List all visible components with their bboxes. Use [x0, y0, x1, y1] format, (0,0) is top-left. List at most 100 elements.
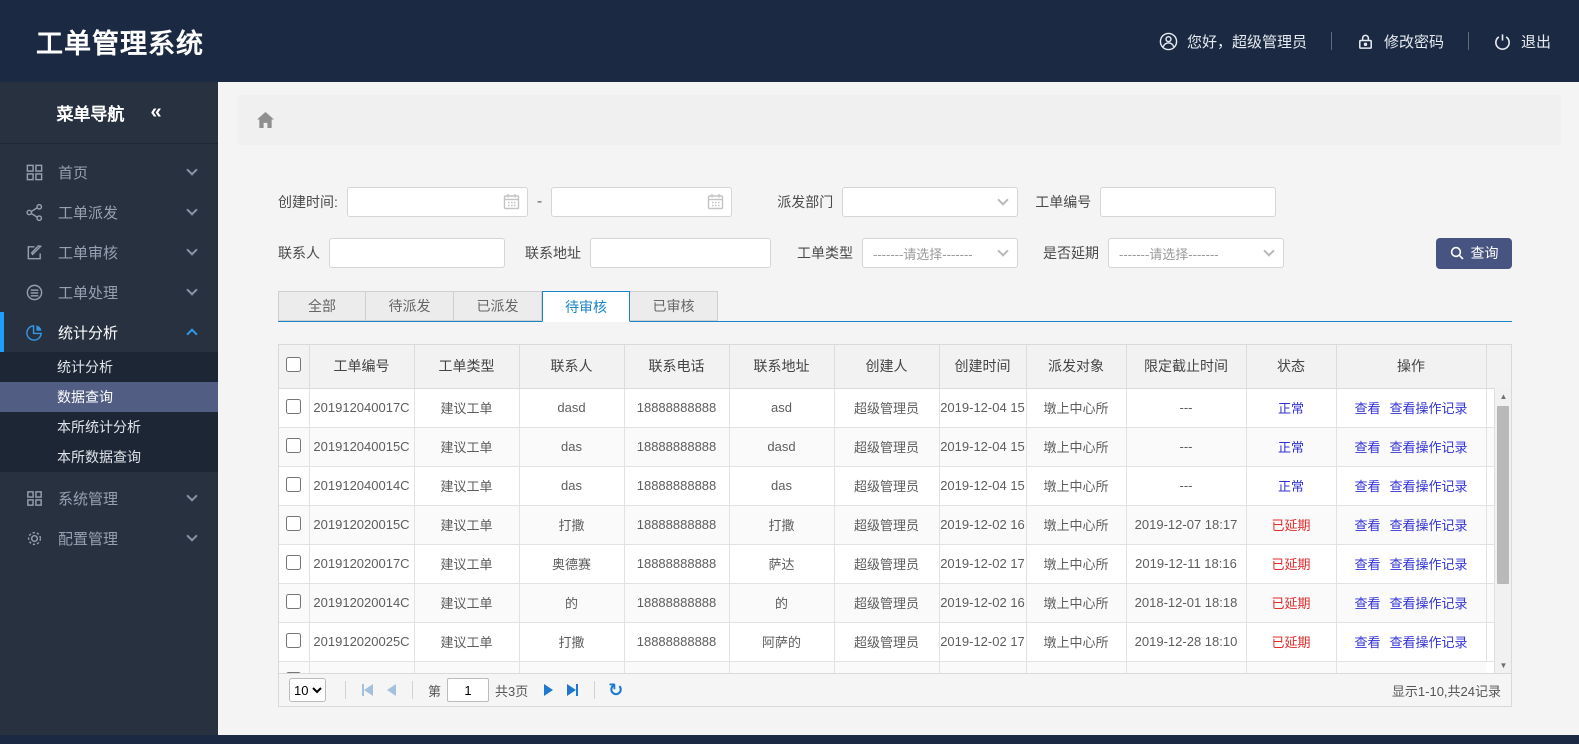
- row-checkbox[interactable]: [286, 593, 302, 609]
- cell-deadline: 2019-12-11 18:16: [1125, 543, 1247, 584]
- view-log-link[interactable]: 查看操作记录: [1390, 518, 1468, 533]
- row-checkbox[interactable]: [286, 671, 302, 673]
- order-no-input[interactable]: [1100, 187, 1277, 217]
- sidebar-item-label: 工单处理: [58, 284, 119, 302]
- submenu-item-statistics[interactable]: 统计分析: [0, 352, 218, 382]
- select-all-checkbox[interactable]: [286, 357, 302, 373]
- address-input[interactable]: [590, 238, 771, 268]
- content-area: 创建时间: - 派发部门 工单编号 联系人 联系地址 工单类型 -------请…: [278, 187, 1512, 707]
- page-size-select[interactable]: 10: [289, 678, 326, 702]
- scroll-up-icon[interactable]: ▲: [1495, 388, 1511, 404]
- sidebar: 菜单导航 « 首页 工单派发 工单审核 工单处理 统计分析 统计分析 数据查询 …: [0, 82, 218, 735]
- view-link[interactable]: 查看: [1354, 557, 1380, 572]
- view-link[interactable]: 查看: [1354, 479, 1380, 494]
- view-log-link[interactable]: 查看操作记录: [1390, 557, 1468, 572]
- view-log-link[interactable]: 查看操作记录: [1390, 596, 1468, 611]
- actions-cell: 查看 查看操作记录: [1335, 465, 1487, 506]
- view-log-link[interactable]: 查看操作记录: [1390, 479, 1468, 494]
- logout-link[interactable]: 退出: [1493, 31, 1551, 52]
- cell-order_no: 201912020017C: [308, 543, 415, 584]
- table-row: 201912040014C 建议工单 das 18888888888 das 超级管理员 2…: [279, 465, 1511, 506]
- row-checkbox[interactable]: [286, 437, 302, 453]
- row-checkbox[interactable]: [286, 515, 302, 531]
- tab-4[interactable]: 已审核: [630, 291, 718, 321]
- table-row: 201912020017C 建议工单 奥德赛 18888888888 萨达 超级管理员 20…: [279, 543, 1511, 584]
- sidebar-item-config[interactable]: 配置管理: [0, 518, 218, 558]
- scrollbar-thumb[interactable]: [1497, 406, 1509, 584]
- status-badge: 正常: [1245, 465, 1337, 506]
- search-button-label: 查询: [1470, 245, 1499, 261]
- vertical-scrollbar[interactable]: ▲ ▼: [1494, 388, 1511, 673]
- contact-label: 联系人: [278, 245, 320, 261]
- delay-value: -------请选择-------: [1119, 246, 1219, 262]
- cell-created: 2019-12-04 15: [938, 465, 1027, 506]
- order-type-select[interactable]: -------请选择-------: [862, 238, 1018, 268]
- cell-target: 墩上中心所: [1025, 621, 1127, 662]
- row-checkbox[interactable]: [286, 476, 302, 492]
- prev-page-button[interactable]: [387, 684, 396, 696]
- cell-contact: das: [518, 426, 625, 467]
- row-checkbox[interactable]: [286, 554, 302, 570]
- chevron-down-icon: [186, 204, 198, 216]
- row-checkbox[interactable]: [286, 632, 302, 648]
- row-checkbox[interactable]: [286, 398, 302, 414]
- view-log-link[interactable]: 查看操作记录: [1390, 440, 1468, 455]
- cell-target: 墩上中心所: [1025, 465, 1127, 506]
- last-page-button[interactable]: [567, 684, 579, 696]
- sidebar-item-dispatch[interactable]: 工单派发: [0, 192, 218, 232]
- view-link[interactable]: 查看: [1354, 401, 1380, 416]
- top-header: 工单管理系统 您好，超级管理员 修改密码 退出: [0, 0, 1579, 82]
- create-time-from-input[interactable]: [346, 187, 528, 217]
- dispatch-dept-select[interactable]: [842, 187, 1019, 217]
- refresh-icon[interactable]: ↻: [608, 680, 623, 701]
- cell-creator: 超级管理员: [833, 426, 940, 467]
- view-link[interactable]: 查看: [1354, 596, 1380, 611]
- status-badge: 已延期: [1245, 504, 1337, 545]
- lock-icon: [1359, 34, 1372, 49]
- table-row: 201912020015C 建议工单 打撒 18888888888 打撒 超级管理员 201…: [279, 504, 1511, 545]
- page-number-input[interactable]: [447, 678, 490, 702]
- change-password-link[interactable]: 修改密码: [1356, 31, 1444, 52]
- home-icon[interactable]: [256, 111, 275, 129]
- cell-phone: 18888888888: [623, 387, 730, 428]
- cell-order_no: 201912020015C: [308, 504, 415, 545]
- view-link[interactable]: 查看: [1354, 635, 1380, 650]
- sidebar-item-home[interactable]: 首页: [0, 152, 218, 192]
- view-link[interactable]: 查看: [1354, 440, 1380, 455]
- sidebar-item-system[interactable]: 系统管理: [0, 478, 218, 518]
- nav-title-text: 菜单导航: [56, 105, 125, 124]
- delay-select[interactable]: -------请选择-------: [1108, 238, 1284, 268]
- search-button[interactable]: 查询: [1436, 237, 1512, 269]
- submenu-item-local-statistics[interactable]: 本所统计分析: [0, 412, 218, 442]
- datagrid: 工单编号 工单类型 联系人 联系电话 联系地址 创建人 创建时间 派发对象 限定截止时间 状态 操作…: [278, 344, 1512, 707]
- view-link[interactable]: 查看: [1354, 518, 1380, 533]
- user-icon: [1159, 32, 1178, 50]
- actions-cell: 查看 查看操作记录: [1335, 543, 1487, 584]
- tab-1[interactable]: 待派发: [366, 291, 454, 321]
- cell-address: dasd: [728, 426, 835, 467]
- cell-address: 萨达: [728, 543, 835, 584]
- tab-0[interactable]: 全部: [278, 291, 366, 321]
- datagrid-viewport: 工单编号 工单类型 联系人 联系电话 联系地址 创建人 创建时间 派发对象 限定截止时间 状态 操作…: [279, 345, 1511, 673]
- tab-3[interactable]: 待审核: [542, 291, 630, 322]
- view-log-link[interactable]: 查看操作记录: [1390, 401, 1468, 416]
- create-time-label: 创建时间:: [278, 194, 338, 210]
- sidebar-item-review[interactable]: 工单审核: [0, 232, 218, 272]
- calendar-icon[interactable]: [503, 193, 520, 210]
- collapse-sidebar-icon[interactable]: «: [150, 101, 161, 124]
- scroll-down-icon[interactable]: ▼: [1495, 657, 1511, 673]
- user-greeting[interactable]: 您好，超级管理员: [1159, 31, 1307, 52]
- view-log-link[interactable]: 查看操作记录: [1390, 635, 1468, 650]
- calendar-icon[interactable]: [707, 193, 724, 210]
- submenu-item-local-data-query[interactable]: 本所数据查询: [0, 442, 218, 472]
- submenu-item-data-query[interactable]: 数据查询: [0, 382, 218, 412]
- cell-phone: 18888888888: [623, 582, 730, 623]
- create-time-to-input[interactable]: [551, 187, 733, 217]
- next-page-button[interactable]: [544, 684, 554, 696]
- tab-2[interactable]: 已派发: [454, 291, 542, 321]
- sidebar-item-process[interactable]: 工单处理: [0, 272, 218, 312]
- contact-input[interactable]: [329, 238, 505, 268]
- cell-phone: 18888888888: [623, 426, 730, 467]
- sidebar-item-statistics[interactable]: 统计分析: [0, 312, 218, 352]
- first-page-button[interactable]: [362, 684, 373, 696]
